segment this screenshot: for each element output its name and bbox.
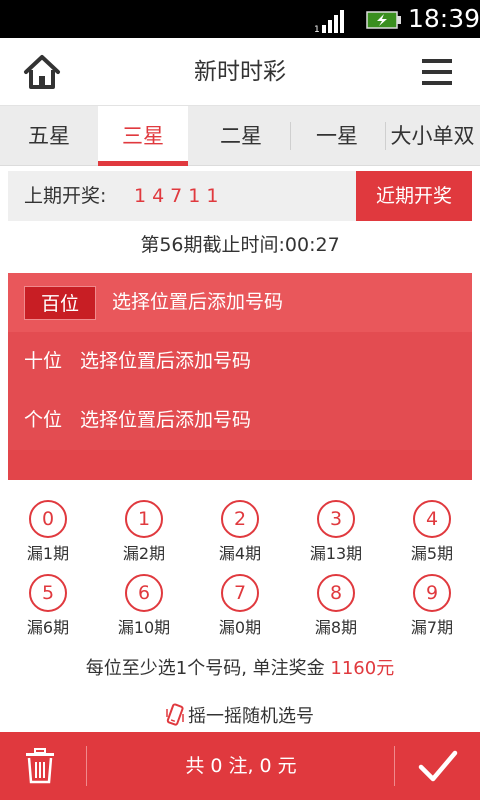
position-hint: 选择位置后添加号码 <box>80 350 252 372</box>
status-clock: 18:39 <box>408 4 480 33</box>
rule-text: 每位至少选1个号码, 单注奖金 <box>85 658 331 679</box>
digit-miss-count: 漏10期 <box>117 618 171 637</box>
battery-charging-icon <box>366 11 401 29</box>
last-draw-numbers: 14711 <box>134 185 225 207</box>
digit-miss-count: 漏0期 <box>218 618 262 637</box>
digit-miss-count: 漏13期 <box>309 544 363 563</box>
app-header: 新时时彩 <box>0 38 480 106</box>
position-row-hundreds[interactable]: 百位 选择位置后添加号码 <box>8 273 472 332</box>
prize-amount: 1160元 <box>330 658 395 679</box>
selection-rule: 每位至少选1个号码, 单注奖金 1160元 <box>0 654 480 684</box>
shake-random-pick[interactable]: 摇一摇随机选号 <box>0 702 480 732</box>
digit-ball[interactable]: 5 <box>29 574 67 612</box>
tab-three-star[interactable]: 三星 <box>98 106 188 166</box>
digit-item-5: 5 漏6期 <box>8 574 88 638</box>
home-icon[interactable] <box>22 53 62 91</box>
menu-icon[interactable] <box>422 56 452 88</box>
deadline-text: 第56期截止时间:00:27 <box>140 234 340 256</box>
digit-ball[interactable]: 9 <box>413 574 451 612</box>
shake-phone-icon <box>166 703 184 726</box>
digit-miss-count: 漏1期 <box>26 544 70 563</box>
digit-ball[interactable]: 3 <box>317 500 355 538</box>
status-bar: 1 18:39 <box>0 0 480 38</box>
digit-ball[interactable]: 1 <box>125 500 163 538</box>
position-panel: 百位 选择位置后添加号码 十位 选择位置后添加号码 个位 选择位置后添加号码 <box>8 273 472 480</box>
digit-ball[interactable]: 8 <box>317 574 355 612</box>
last-draw-label: 上期开奖: <box>24 185 107 207</box>
signal-icon: 1 <box>314 10 344 33</box>
digit-item-7: 7 漏0期 <box>200 574 280 638</box>
tab-one-star[interactable]: 一星 <box>290 106 384 166</box>
digit-ball[interactable]: 0 <box>29 500 67 538</box>
tab-two-star[interactable]: 二星 <box>193 106 289 166</box>
last-draw-row: 上期开奖: 14711 <box>8 171 356 221</box>
tab-big-small-odd-even[interactable]: 大小单双 <box>385 106 480 166</box>
bottom-divider <box>394 746 395 786</box>
position-chip-hundreds[interactable]: 百位 <box>24 286 96 320</box>
digit-ball[interactable]: 6 <box>125 574 163 612</box>
digit-miss-count: 漏2期 <box>122 544 166 563</box>
digit-ball[interactable]: 4 <box>413 500 451 538</box>
position-label-tens: 十位 <box>24 350 63 372</box>
trash-icon[interactable] <box>24 748 56 784</box>
digit-item-1: 1 漏2期 <box>104 500 184 564</box>
digit-miss-count: 漏8期 <box>314 618 358 637</box>
digit-item-9: 9 漏7期 <box>392 574 472 638</box>
svg-text:1: 1 <box>314 25 320 33</box>
bet-summary: 共 0 注, 0 元 <box>185 755 297 777</box>
position-label-ones: 个位 <box>24 409 63 431</box>
digit-item-2: 2 漏4期 <box>200 500 280 564</box>
digit-miss-count: 漏7期 <box>410 618 454 637</box>
recent-draws-button[interactable]: 近期开奖 <box>356 171 472 221</box>
check-icon[interactable] <box>418 749 458 783</box>
digit-miss-count: 漏6期 <box>26 618 70 637</box>
digit-ball[interactable]: 7 <box>221 574 259 612</box>
tab-five-star[interactable]: 五星 <box>0 106 98 166</box>
play-type-tabs: 五星 三星 二星 一星 大小单双 <box>0 106 480 166</box>
position-row-tens[interactable]: 十位 选择位置后添加号码 <box>8 332 472 391</box>
digit-ball[interactable]: 2 <box>221 500 259 538</box>
position-hint: 选择位置后添加号码 <box>80 409 252 431</box>
bottom-divider <box>86 746 87 786</box>
digit-miss-count: 漏4期 <box>218 544 262 563</box>
position-row-ones[interactable]: 个位 选择位置后添加号码 <box>8 391 472 450</box>
digit-miss-count: 漏5期 <box>410 544 454 563</box>
digit-item-0: 0 漏1期 <box>8 500 88 564</box>
digit-item-8: 8 漏8期 <box>296 574 376 638</box>
digit-item-4: 4 漏5期 <box>392 500 472 564</box>
bottom-bar: 共 0 注, 0 元 <box>0 732 480 800</box>
position-hint: 选择位置后添加号码 <box>112 291 284 313</box>
digit-item-3: 3 漏13期 <box>296 500 376 564</box>
shake-label: 摇一摇随机选号 <box>188 706 314 727</box>
digit-item-6: 6 漏10期 <box>104 574 184 638</box>
page-title: 新时时彩 <box>194 59 286 85</box>
